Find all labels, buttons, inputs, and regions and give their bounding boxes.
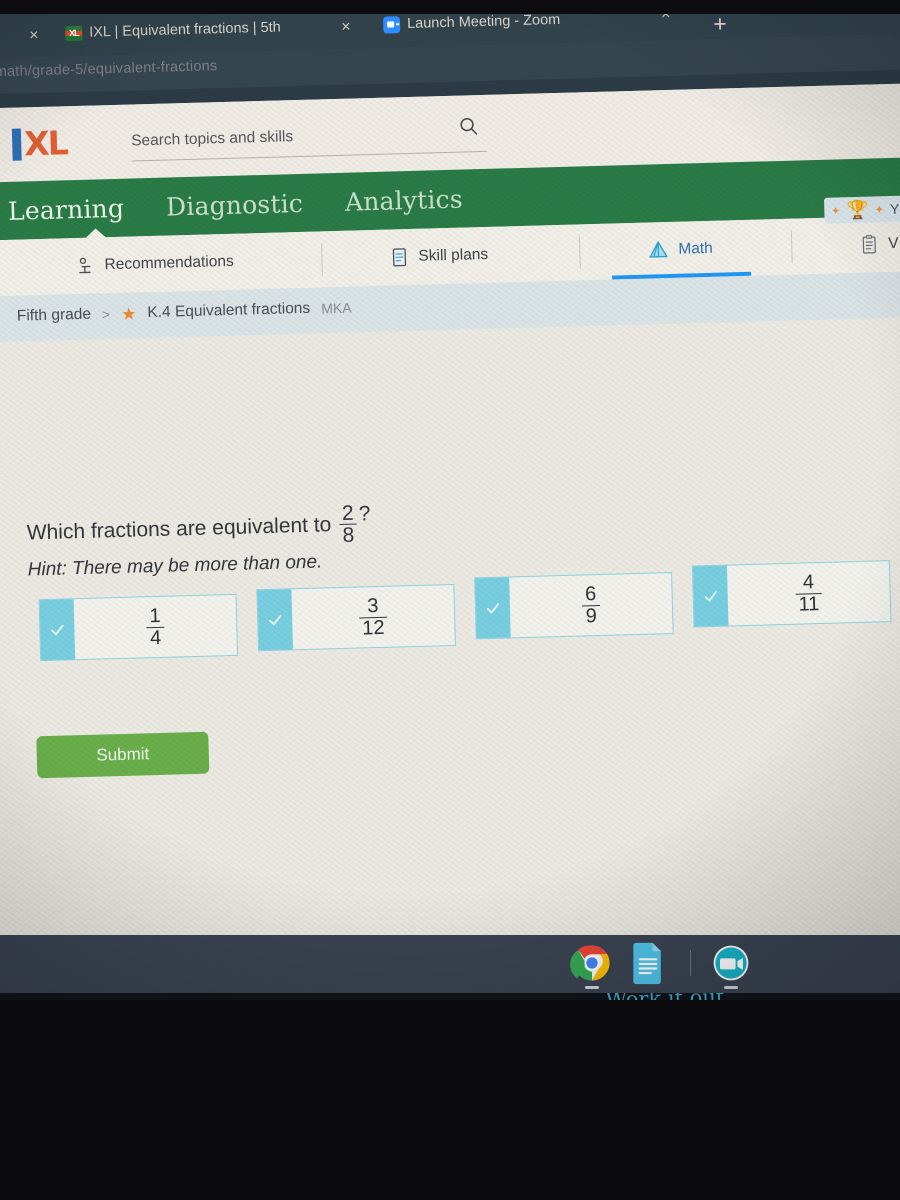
tab-close-icon-left[interactable]: ×: [29, 27, 39, 45]
answer-fraction: 6 9: [582, 583, 601, 627]
answer-choice-value: 4 11: [727, 561, 891, 625]
sidebar-item-label: Skill plans: [418, 245, 489, 265]
nav-item-analytics[interactable]: Analytics: [345, 184, 464, 216]
sparkle-icon: ✦: [874, 203, 885, 216]
answer-choice-value: 3 12: [291, 585, 455, 649]
sparkle-icon: ✦: [830, 204, 841, 218]
search-icon[interactable]: [458, 115, 481, 138]
question-prefix: Which fractions are equivalent to: [26, 513, 332, 545]
check-icon: [486, 603, 500, 614]
fraction-denominator: 8: [339, 523, 358, 547]
web-page: XL Learning Diagnostic Analytics: [0, 83, 900, 1000]
search-bar[interactable]: [130, 117, 487, 162]
checkbox[interactable]: [692, 565, 729, 627]
check-icon: [704, 591, 717, 602]
skill-plans-icon: [392, 248, 407, 267]
breadcrumb-separator: >: [101, 306, 111, 323]
nav-item-learning[interactable]: Learning: [8, 193, 125, 225]
clipboard-icon: [862, 234, 876, 254]
checkbox[interactable]: [475, 577, 511, 639]
search-input[interactable]: [130, 122, 432, 151]
zoom-icon[interactable]: [709, 941, 753, 989]
check-icon: [51, 624, 64, 636]
math-pyramid-icon: [649, 240, 668, 258]
photo-dark-background-top: [0, 0, 900, 14]
question-fraction: 2 8: [339, 501, 358, 547]
fraction-numerator: 3: [367, 595, 379, 618]
answer-fraction: 4 11: [795, 571, 823, 615]
sidebar-item-math[interactable]: Math: [647, 221, 714, 279]
fraction-numerator: 1: [149, 605, 161, 628]
fraction-denominator: 9: [582, 604, 601, 627]
logo-xl-text: XL: [23, 123, 68, 164]
submit-button[interactable]: Submit: [36, 731, 210, 779]
answer-choices: 1 4 3 12 6 9 4 11: [29, 560, 892, 679]
trophy-icon: 🏆: [846, 199, 870, 221]
app-running-indicator: [585, 986, 599, 989]
recommendations-icon: [79, 257, 91, 274]
browser-tab-title: Launch Meeting - Zoom: [406, 11, 561, 33]
answer-choice[interactable]: 3 12: [256, 583, 456, 652]
chrome-icon[interactable]: [570, 941, 614, 989]
logo-i-bar: [11, 128, 22, 161]
answer-choice-value: 1 4: [74, 595, 238, 659]
question-panel: Which fractions are equivalent to 2 8 ? …: [0, 317, 900, 1000]
breadcrumb-grade[interactable]: Fifth grade: [17, 306, 92, 326]
nav-divider: [321, 243, 323, 276]
chromeos-shelf: [0, 935, 900, 993]
url-value: math/grade-5/equivalent-fractions: [0, 58, 218, 81]
tab-close-icon[interactable]: ×: [341, 19, 351, 37]
breadcrumb-skill: K.4 Equivalent fractions: [147, 299, 311, 322]
question-suffix: ?: [358, 502, 371, 526]
nav-divider: [578, 236, 581, 269]
zoom-favicon: [382, 15, 401, 34]
laptop-screen: × IXL | Equivalent fractions | 5th × Lau…: [0, 0, 900, 1000]
answer-choice[interactable]: 6 9: [474, 572, 674, 640]
check-icon: [269, 615, 282, 626]
fraction-denominator: 12: [359, 616, 388, 639]
fraction-denominator: 11: [795, 592, 823, 615]
answer-choice[interactable]: 4 11: [691, 560, 892, 628]
google-docs-icon[interactable]: [628, 941, 672, 985]
sidebar-item-label: Recommendations: [104, 252, 234, 274]
browser-tab-ixl[interactable]: IXL | Equivalent fractions | 5th: [65, 8, 282, 52]
answer-choice-value: 6 9: [509, 573, 673, 637]
ixl-favicon: [65, 25, 83, 41]
sidebar-item-recommendations[interactable]: Recommendations: [75, 234, 235, 294]
new-tab-button[interactable]: +: [713, 10, 727, 37]
fraction-denominator: 4: [146, 626, 165, 649]
answer-fraction: 3 12: [358, 595, 388, 639]
fraction-numerator: 4: [802, 571, 815, 594]
sidebar-item-label: Math: [678, 239, 714, 258]
fraction-numerator: 6: [584, 583, 597, 606]
ixl-logo[interactable]: XL: [11, 123, 68, 164]
answer-choice[interactable]: 1 4: [38, 593, 239, 662]
breadcrumb: Fifth grade > ★ K.4 Equivalent fractions…: [17, 299, 352, 326]
nav-item-diagnostic[interactable]: Diagnostic: [166, 188, 304, 221]
breadcrumb-skill-code: MKA: [320, 299, 352, 317]
question-hint: Hint: There may be more than one.: [27, 551, 323, 581]
awards-chip[interactable]: ✦ 🏆 ✦ Y: [823, 195, 900, 224]
browser-tab-title: IXL | Equivalent fractions | 5th: [89, 19, 281, 41]
awards-chip-label: Y: [889, 200, 900, 218]
answer-fraction: 1 4: [146, 605, 165, 649]
checkbox[interactable]: [39, 599, 76, 661]
sidebar-item-video[interactable]: V: [859, 216, 900, 273]
address-bar-text: n math/grade-5/equivalent-fractions: [0, 58, 218, 81]
star-icon[interactable]: ★: [121, 304, 137, 323]
photo-dark-background-bottom: [0, 1000, 900, 1200]
sidebar-item-skill-plans[interactable]: Skill plans: [389, 227, 489, 286]
checkbox[interactable]: [257, 589, 294, 651]
nav-divider: [790, 230, 793, 263]
fraction-numerator: 2: [341, 501, 355, 525]
sidebar-item-label: V: [888, 234, 899, 253]
app-running-indicator: [724, 986, 738, 989]
question-text: Which fractions are equivalent to 2 8 ?: [26, 502, 371, 555]
shelf-divider: [690, 950, 691, 976]
